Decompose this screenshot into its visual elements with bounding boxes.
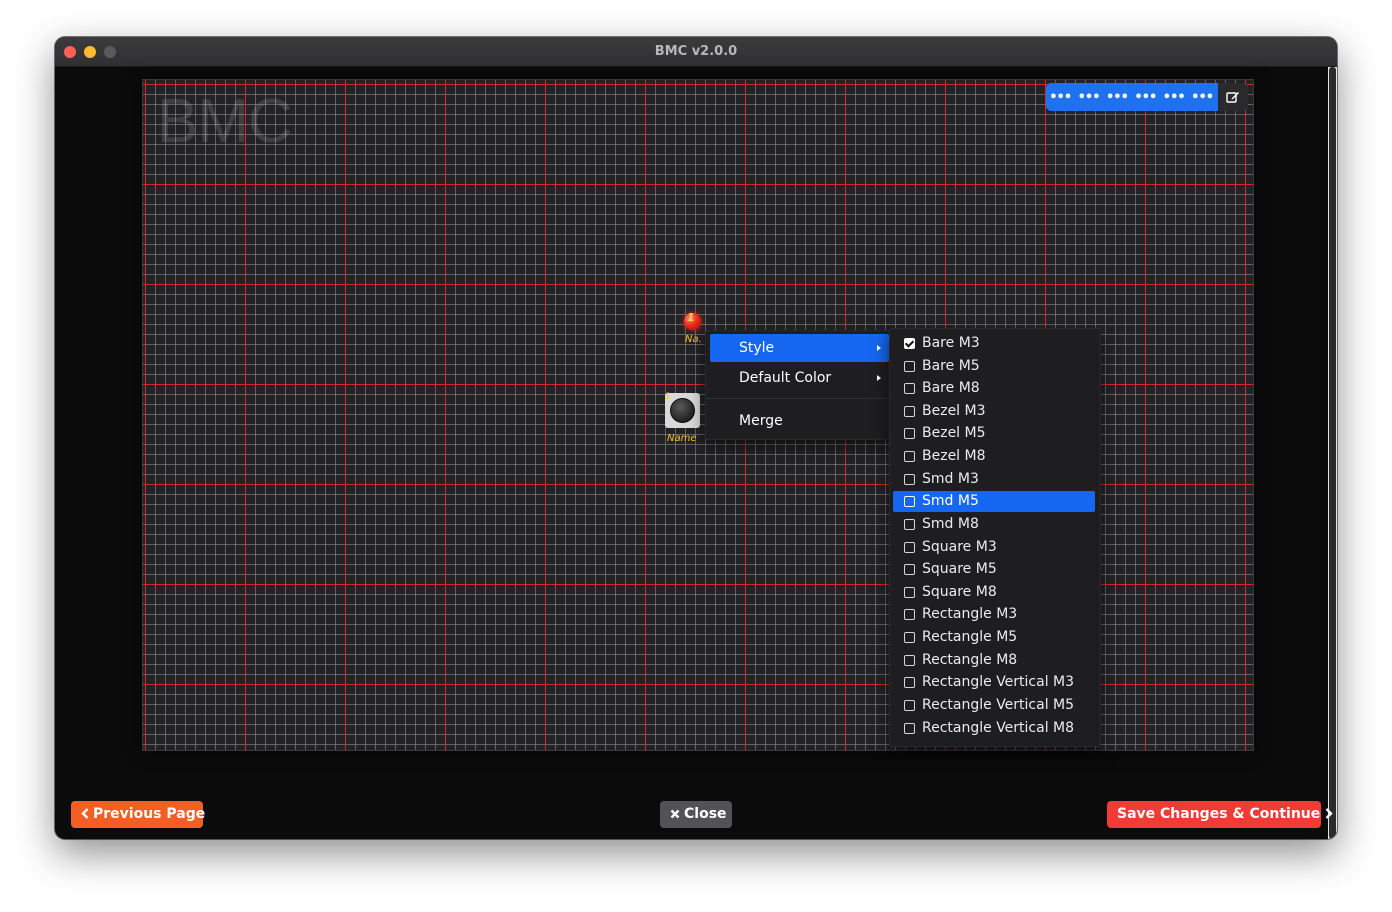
style-option-label: Rectangle M5 <box>922 629 1018 645</box>
style-option-label: Rectangle Vertical M5 <box>922 697 1075 713</box>
style-option-smd-m5[interactable]: Smd M5 <box>893 491 1095 512</box>
style-option-label: Smd M8 <box>922 516 979 532</box>
menu-item-style[interactable]: Style <box>710 334 889 362</box>
style-option-label: Bare M8 <box>922 380 980 396</box>
style-option-bezel-m5[interactable]: Bezel M5 <box>893 423 1095 444</box>
menu-item-label: Style <box>739 340 775 356</box>
close-label: Close <box>684 806 727 822</box>
toolbar-button-2[interactable]: ••• <box>1074 83 1102 111</box>
chevron-left-icon <box>81 808 89 819</box>
checkbox-icon <box>904 723 915 734</box>
style-option-label: Square M8 <box>922 584 997 600</box>
checkbox-icon <box>904 655 915 666</box>
style-option-label: Square M3 <box>922 539 997 555</box>
menu-divider <box>706 398 891 399</box>
style-option-smd-m3[interactable]: Smd M3 <box>893 469 1095 490</box>
checkbox-icon <box>904 564 915 575</box>
menu-item-default-color[interactable]: Default Color <box>710 364 889 392</box>
style-option-label: Bare M3 <box>922 335 980 351</box>
checkbox-icon <box>904 587 915 598</box>
led-label: Na. <box>685 334 702 345</box>
bmc-watermark: BMC <box>157 87 293 156</box>
title-bar: BMC v2.0.0 <box>55 37 1337 67</box>
save-continue-button[interactable]: Save Changes & Continue <box>1107 801 1333 828</box>
submenu-arrow-icon <box>877 375 881 381</box>
style-option-label: Smd M3 <box>922 471 979 487</box>
window-title: BMC v2.0.0 <box>654 44 738 59</box>
checkbox-icon <box>904 632 915 643</box>
checkbox-icon <box>904 677 915 688</box>
checkbox-checked-icon <box>904 338 915 349</box>
style-option-label: Bezel M3 <box>922 403 986 419</box>
style-option-label: Bare M5 <box>922 358 980 374</box>
style-option-label: Rectangle M8 <box>922 652 1018 668</box>
style-option-square-m5[interactable]: Square M5 <box>893 559 1095 580</box>
checkbox-icon <box>904 406 915 417</box>
toolbar-button-3[interactable]: ••• <box>1103 83 1131 111</box>
style-option-square-m8[interactable]: Square M8 <box>893 582 1095 603</box>
menu-item-label: Merge <box>739 413 783 429</box>
close-button[interactable]: Close <box>660 801 732 828</box>
menu-item-merge[interactable]: Merge <box>710 407 889 435</box>
checkbox-icon <box>904 361 915 372</box>
context-menu: Style Default Color Merge <box>705 330 892 440</box>
style-option-label: Smd M5 <box>922 493 979 509</box>
checkbox-icon <box>904 519 915 530</box>
checkbox-icon <box>904 700 915 711</box>
style-option-bezel-m3[interactable]: Bezel M3 <box>893 401 1095 422</box>
style-option-rectangle-vertical-m5[interactable]: Rectangle Vertical M5 <box>893 695 1095 716</box>
button-number: 1 <box>665 392 671 402</box>
edit-icon-svg <box>1226 92 1239 103</box>
checkbox-icon <box>904 383 915 394</box>
style-option-bare-m3[interactable]: Bare M3 <box>893 333 1095 354</box>
checkbox-icon <box>904 428 915 439</box>
checkbox-icon <box>904 609 915 620</box>
style-option-square-m3[interactable]: Square M3 <box>893 537 1095 558</box>
submenu-arrow-icon <box>877 345 881 351</box>
previous-page-label: Previous Page <box>93 806 206 822</box>
led-number: 1 <box>687 311 695 324</box>
style-option-label: Bezel M5 <box>922 425 986 441</box>
style-option-rectangle-vertical-m3[interactable]: Rectangle Vertical M3 <box>893 672 1095 693</box>
scrollbar-thumb[interactable] <box>1329 67 1336 839</box>
style-option-label: Rectangle M3 <box>922 606 1018 622</box>
checkbox-icon <box>904 542 915 553</box>
style-submenu: Bare M3 Bare M5 Bare M8 Bezel M3 Bezel M… <box>889 328 1101 747</box>
canvas-toolbar: ••• ••• ••• ••• ••• ••• <box>1046 83 1248 111</box>
style-option-rectangle-m8[interactable]: Rectangle M8 <box>893 650 1095 671</box>
chevron-right-icon <box>1325 808 1333 819</box>
style-option-label: Bezel M8 <box>922 448 986 464</box>
save-continue-label: Save Changes & Continue <box>1117 806 1321 822</box>
style-option-smd-m8[interactable]: Smd M8 <box>893 514 1095 535</box>
style-option-bare-m5[interactable]: Bare M5 <box>893 356 1095 377</box>
style-option-label: Rectangle Vertical M3 <box>922 674 1075 690</box>
style-option-label: Rectangle Vertical M8 <box>922 720 1075 736</box>
previous-page-button[interactable]: Previous Page <box>71 801 206 828</box>
button-label: Name <box>667 433 697 444</box>
style-option-bare-m8[interactable]: Bare M8 <box>893 378 1095 399</box>
vertical-scrollbar[interactable] <box>1328 67 1337 839</box>
style-option-rectangle-m5[interactable]: Rectangle M5 <box>893 627 1095 648</box>
toolbar-button-4[interactable]: ••• <box>1131 83 1159 111</box>
style-option-bezel-m8[interactable]: Bezel M8 <box>893 446 1095 467</box>
style-option-rectangle-m3[interactable]: Rectangle M3 <box>893 604 1095 625</box>
edit-icon[interactable] <box>1218 83 1248 111</box>
button-knob-icon <box>670 398 695 423</box>
checkbox-icon <box>904 451 915 462</box>
close-icon <box>670 809 680 819</box>
toolbar-button-5[interactable]: ••• <box>1160 83 1188 111</box>
menu-item-label: Default Color <box>739 370 832 386</box>
toolbar-button-1[interactable]: ••• <box>1046 83 1074 111</box>
style-option-label: Square M5 <box>922 561 997 577</box>
checkbox-icon <box>904 474 915 485</box>
toolbar-button-6[interactable]: ••• <box>1188 83 1216 111</box>
checkbox-icon <box>904 496 915 507</box>
style-option-rectangle-vertical-m8[interactable]: Rectangle Vertical M8 <box>893 718 1095 739</box>
